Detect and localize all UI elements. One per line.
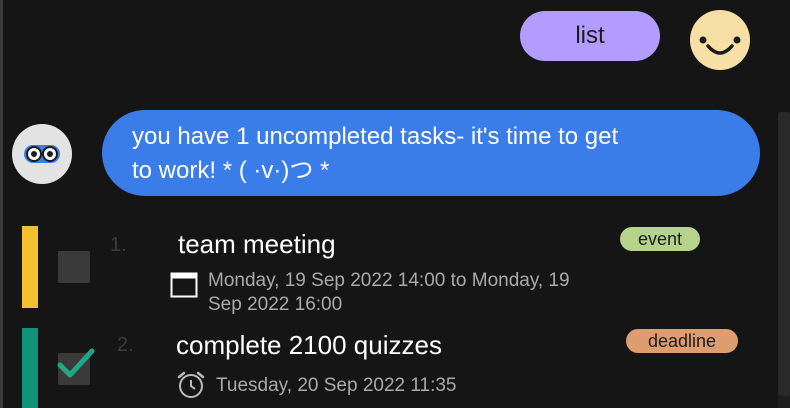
chat-window: list you have 1 uncompleted tasks- it's … — [0, 0, 790, 408]
task-checkbox[interactable] — [57, 348, 95, 385]
task-item: 1. team meeting event Monday, 19 Sep 202… — [0, 224, 760, 315]
user-avatar — [690, 10, 750, 70]
robot-face-icon — [12, 124, 72, 184]
task-time: Monday, 19 Sep 2022 14:00 to Monday, 19 … — [208, 269, 608, 317]
task-priority-bar — [22, 328, 38, 408]
user-message-bubble: list — [520, 11, 660, 61]
task-checkbox[interactable] — [58, 251, 90, 283]
checkmark-icon — [57, 348, 95, 378]
bot-avatar — [12, 124, 72, 184]
task-priority-bar — [22, 226, 38, 308]
scrollbar-thumb[interactable] — [778, 112, 790, 396]
task-tag: event — [620, 227, 700, 251]
bot-message-bubble: you have 1 uncompleted tasks- it's time … — [102, 110, 760, 196]
smiley-face-icon — [690, 10, 750, 70]
task-time-line-2: Sep 2022 16:00 — [208, 294, 343, 315]
task-time-line-1: Monday, 19 Sep 2022 14:00 to Monday, 19 — [208, 270, 570, 291]
bot-message-line-2: to work! * ( ·v·)つ * — [132, 157, 330, 184]
task-item: 2. complete 2100 quizzes deadline Tuesda… — [0, 326, 760, 408]
task-tag-label: deadline — [647, 330, 717, 351]
task-number: 1. — [110, 234, 127, 256]
task-tag-label: event — [637, 228, 683, 249]
user-message-text: list — [575, 22, 605, 49]
calendar-icon — [170, 272, 198, 298]
task-time: Tuesday, 20 Sep 2022 11:35 — [216, 374, 616, 398]
task-number: 2. — [117, 334, 134, 356]
bot-message-line-1: you have 1 uncompleted tasks- it's time … — [132, 123, 619, 150]
task-tag: deadline — [626, 329, 738, 353]
task-time-line-1: Tuesday, 20 Sep 2022 11:35 — [216, 375, 457, 396]
task-title: complete 2100 quizzes — [176, 330, 442, 360]
task-title: team meeting — [178, 229, 336, 259]
alarm-clock-icon — [177, 371, 205, 398]
